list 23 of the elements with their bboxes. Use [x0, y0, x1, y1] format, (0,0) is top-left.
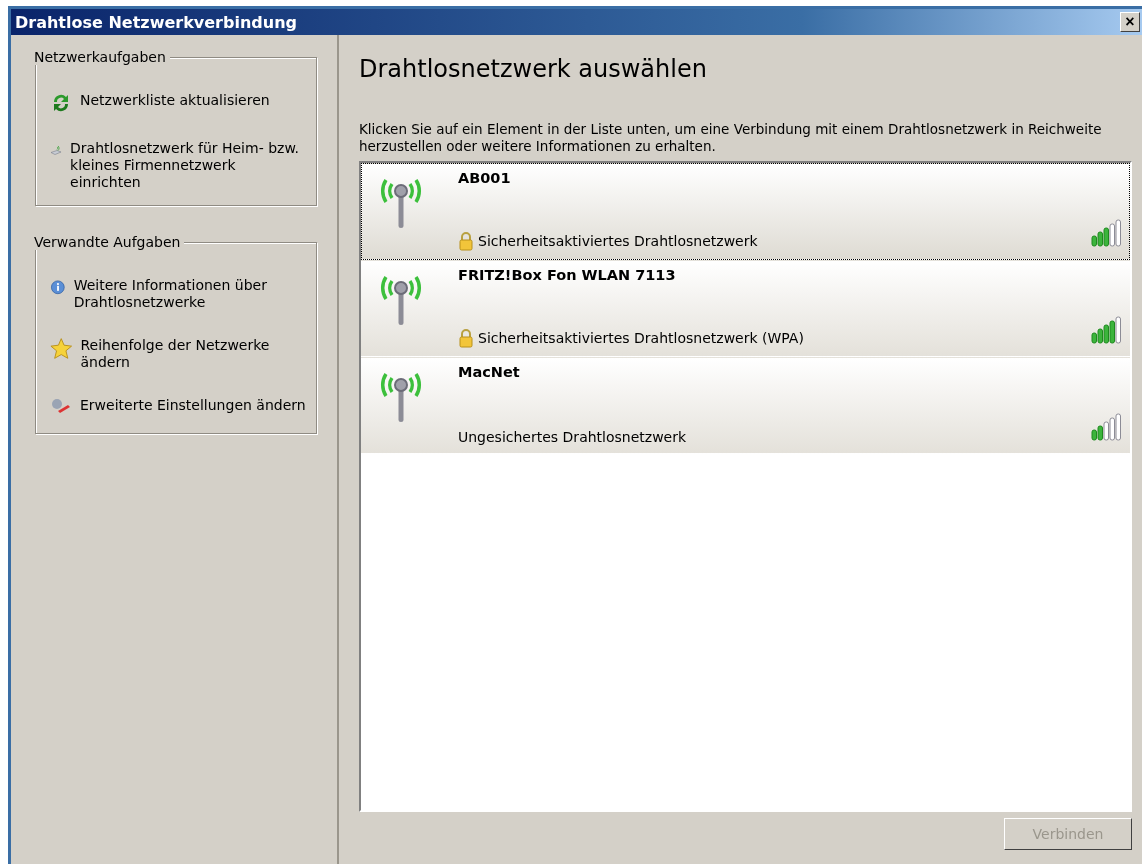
- page-heading: Drahtlosnetzwerk auswählen: [359, 55, 708, 83]
- close-button[interactable]: ×: [1120, 12, 1140, 32]
- group-title: Verwandte Aufgaben: [34, 234, 185, 250]
- task-link[interactable]: Netzwerkliste aktualisieren: [80, 92, 270, 109]
- network-item[interactable]: AB001 Sicherheitsaktiviertes Drahtlosnetzwerk: [361, 163, 1130, 260]
- group-title: Netzwerkaufgaben: [34, 49, 170, 65]
- security-status: Sicherheitsaktiviertes Drahtlosnetzwerk (WPA): [478, 330, 804, 346]
- network-name: AB001: [458, 170, 512, 186]
- network-item[interactable]: FRITZ!Box Fon WLAN 7113 Sicherheitsaktiviertes Drahtlosnetzwerk (WPA): [361, 260, 1130, 357]
- network-name: FRITZ!Box Fon WLAN 7113: [458, 267, 677, 283]
- task-link[interactable]: Erweiterte Einstellungen ändern: [80, 397, 306, 414]
- task-link[interactable]: Drahtlosnetzwerk für Heim- bzw. kleines Firmennetzwerk einrichten: [70, 140, 308, 191]
- task-link[interactable]: Weitere Informationen über Drahtlosnetzwerke: [73, 277, 308, 311]
- padlock-icon: [458, 231, 474, 251]
- padlock-icon: [458, 328, 474, 348]
- network-name: MacNet: [458, 364, 521, 380]
- security-status: Ungesichertes Drahtlosnetzwerk: [458, 429, 687, 445]
- network-item[interactable]: MacNet Ungesichertes Drahtlosnetzwerk: [361, 357, 1130, 454]
- star-icon: [50, 337, 73, 359]
- task-link[interactable]: Reihenfolge der Netzwerke ändern: [80, 337, 308, 371]
- instructions-text: Klicken Sie auf ein Element in der Liste unten, um eine Verbindung mit einem Drahtlosnetzwerk in Reichweite herzustellen oder weitere Informationen zu erhalten.: [359, 121, 1103, 155]
- window-title: Drahtlose Netzwerkverbindung: [15, 12, 297, 32]
- security-status: Sicherheitsaktiviertes Drahtlosnetzwerk: [478, 233, 758, 249]
